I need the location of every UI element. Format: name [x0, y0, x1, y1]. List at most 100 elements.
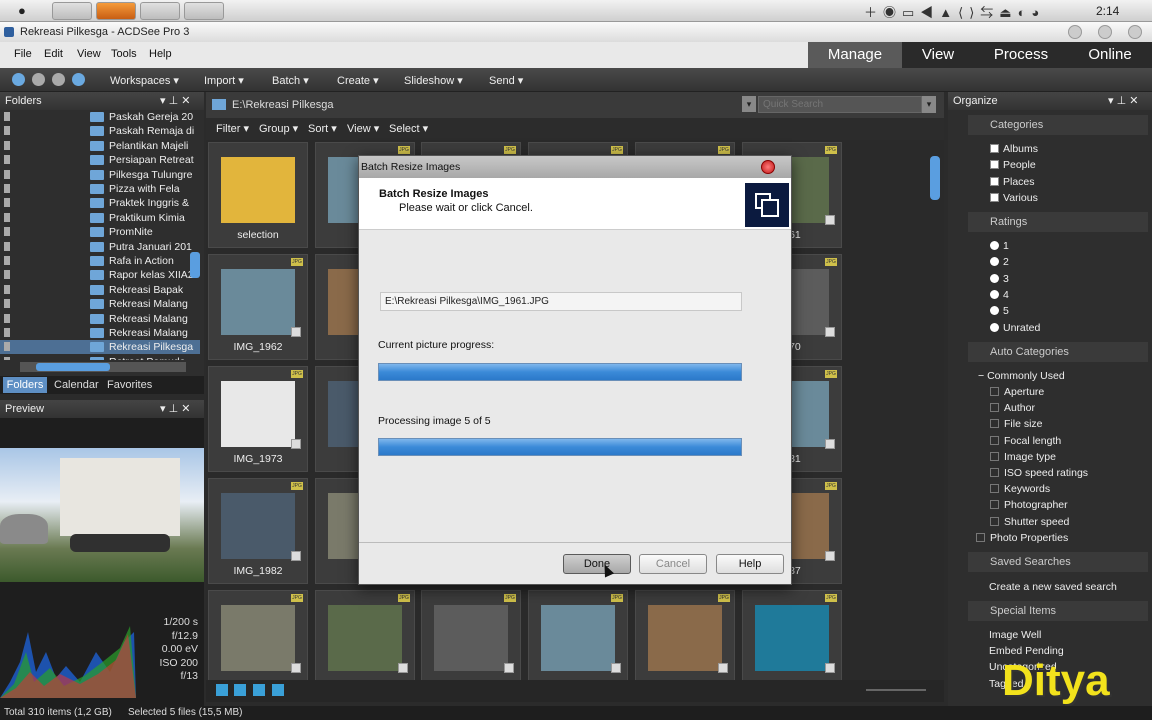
category-item[interactable]: Various [990, 192, 1038, 204]
rating-radio[interactable] [990, 289, 999, 299]
tab-process[interactable]: Process [974, 42, 1068, 68]
help-button[interactable]: Help [716, 554, 784, 574]
folder-scrollbar[interactable] [190, 252, 200, 278]
auto-category-item[interactable]: Aperture [990, 386, 1044, 398]
folder-item[interactable]: Putra Januari 201 [0, 240, 200, 254]
path-text[interactable]: E:\Rekreasi Pilkesga [232, 99, 334, 111]
folder-item[interactable]: Rekreasi Malang [0, 326, 200, 340]
view-menu[interactable]: View ▾ [347, 122, 379, 135]
category-item[interactable]: People [990, 159, 1036, 171]
expand-icon[interactable] [990, 435, 999, 445]
rating-item[interactable]: 1 [990, 240, 1009, 252]
folder-item[interactable]: Rekreasi Pilkesga [0, 340, 200, 355]
folder-item[interactable]: Rekreasi Malang [0, 312, 200, 326]
select-checkbox[interactable] [825, 663, 835, 673]
cancel-button[interactable]: Cancel [639, 554, 707, 574]
folder-item[interactable]: Persiapan Retreat [0, 153, 200, 167]
rotate-icon[interactable] [234, 684, 246, 696]
folder-item[interactable]: PromNite [0, 225, 200, 239]
tray-icons[interactable]: ＋◉▭◀▲⟨⟩⇆⏏◐◕ [864, 2, 1045, 21]
expand-icon[interactable] [976, 533, 985, 542]
rating-item[interactable]: 5 [990, 305, 1009, 317]
category-item[interactable]: Albums [990, 143, 1038, 155]
expand-icon[interactable] [990, 451, 999, 461]
thumbnail[interactable]: selection [208, 142, 308, 248]
toolbar-slideshow[interactable]: Slideshow ▾ [404, 74, 463, 87]
categories-header[interactable]: Categories [968, 115, 1148, 135]
os-tab-4[interactable] [184, 2, 224, 20]
tab-calendar[interactable]: Calendar [54, 379, 99, 391]
folder-hscroll[interactable] [20, 362, 186, 372]
export-icon[interactable] [272, 684, 284, 696]
saved-searches-header[interactable]: Saved Searches [968, 552, 1148, 572]
expand-icon[interactable] [990, 419, 999, 429]
menu-view[interactable]: View [77, 48, 101, 60]
filter-menu[interactable]: Filter ▾ [216, 122, 249, 135]
rating-radio[interactable] [990, 322, 999, 332]
dialog-close-button[interactable] [761, 160, 775, 174]
folder-item[interactable]: Pizza with Fela [0, 182, 200, 196]
menu-file[interactable]: File [14, 48, 32, 60]
toolbar-import[interactable]: Import ▾ [204, 74, 244, 87]
tab-view[interactable]: View [902, 42, 974, 68]
select-checkbox[interactable] [291, 327, 301, 337]
menu-help[interactable]: Help [149, 48, 172, 60]
quick-search-input[interactable] [758, 96, 922, 113]
os-tab-3[interactable] [140, 2, 180, 20]
folder-item[interactable]: Paskah Remaja di [0, 124, 200, 138]
expand-icon[interactable] [990, 484, 999, 494]
folder-item[interactable]: Pilkesga Tulungre [0, 168, 200, 182]
select-checkbox[interactable] [291, 439, 301, 449]
category-item[interactable]: Places [990, 176, 1035, 188]
auto-category-item[interactable]: Focal length [990, 435, 1061, 447]
refresh-icon[interactable] [52, 73, 65, 86]
os-tab-1[interactable] [52, 2, 92, 20]
auto-category-item[interactable]: Keywords [990, 483, 1050, 495]
select-checkbox[interactable] [825, 551, 835, 561]
rating-item[interactable]: 2 [990, 256, 1009, 268]
rating-item[interactable]: 4 [990, 289, 1009, 301]
sort-menu[interactable]: Sort ▾ [308, 122, 337, 135]
tab-manage[interactable]: Manage [808, 42, 902, 68]
select-checkbox[interactable] [825, 327, 835, 337]
auto-category-item[interactable]: File size [990, 418, 1043, 430]
expand-icon[interactable] [990, 387, 999, 396]
thumbnail[interactable]: JPG IMG_1973 [208, 366, 308, 472]
select-checkbox[interactable] [825, 215, 835, 225]
rating-radio[interactable] [990, 306, 999, 316]
select-checkbox[interactable] [398, 663, 408, 673]
photo-properties-item[interactable]: Photo Properties [976, 532, 1068, 544]
back-icon[interactable] [12, 73, 25, 86]
select-menu[interactable]: Select ▾ [389, 122, 428, 135]
minimize-button[interactable] [1068, 25, 1082, 39]
rating-item[interactable]: Unrated [990, 322, 1040, 334]
firefox-icon[interactable] [96, 2, 136, 20]
menu-edit[interactable]: Edit [44, 48, 63, 60]
search-dropdown-icon[interactable]: ▾ [922, 96, 936, 113]
collapse-icon[interactable]: − [978, 370, 987, 382]
folder-item[interactable]: Rafa in Action [0, 254, 200, 268]
view-mode-icon[interactable] [216, 684, 228, 696]
close-button[interactable] [1128, 25, 1142, 39]
expand-icon[interactable] [990, 516, 999, 526]
folder-item[interactable]: Paskah Gereja 20 [0, 110, 200, 124]
folder-item[interactable]: Praktikum Kimia [0, 211, 200, 225]
category-checkbox[interactable] [990, 144, 999, 153]
auto-category-item[interactable]: Shutter speed [990, 516, 1069, 528]
forward-icon[interactable] [32, 73, 45, 86]
folder-item[interactable]: Pelantikan Majeli [0, 139, 200, 153]
folder-item[interactable]: Rekreasi Malang [0, 297, 200, 311]
commonly-used-item[interactable]: − Commonly Used [978, 370, 1065, 382]
rating-radio[interactable] [990, 257, 999, 267]
expand-icon[interactable] [990, 468, 999, 477]
group-menu[interactable]: Group ▾ [259, 122, 298, 135]
toolbar-batch[interactable]: Batch ▾ [272, 74, 309, 87]
select-checkbox[interactable] [291, 663, 301, 673]
maximize-button[interactable] [1098, 25, 1112, 39]
toolbar-send[interactable]: Send ▾ [489, 74, 523, 87]
refresh-icon[interactable] [253, 684, 265, 696]
select-checkbox[interactable] [611, 663, 621, 673]
grid-scrollbar[interactable] [928, 142, 942, 678]
create-saved-search-link[interactable]: Create a new saved search [989, 581, 1117, 593]
home-icon[interactable] [72, 73, 85, 86]
